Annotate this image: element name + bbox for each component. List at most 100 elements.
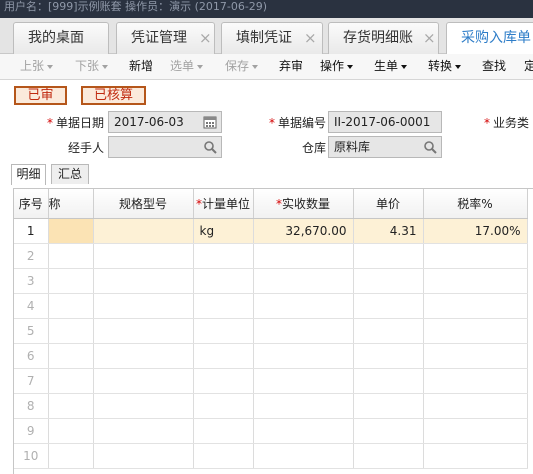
spec-cell[interactable]: [93, 343, 194, 369]
prev-button[interactable]: 上张: [20, 54, 54, 80]
tab-my-desktop[interactable]: 我的桌面: [13, 22, 109, 54]
locate-button[interactable]: 定: [524, 54, 533, 80]
item-name-cell[interactable]: [48, 368, 94, 394]
spec-cell[interactable]: [93, 368, 194, 394]
spec-cell[interactable]: [93, 393, 194, 419]
table-row[interactable]: 4: [14, 293, 528, 319]
price-cell[interactable]: [353, 293, 424, 319]
tab-inventory-ledger[interactable]: 存货明细账 ×: [328, 22, 439, 54]
unit-cell[interactable]: [193, 443, 254, 469]
spec-cell[interactable]: [93, 268, 194, 294]
tax-cell[interactable]: [423, 393, 528, 419]
spec-cell[interactable]: [93, 218, 194, 244]
price-cell[interactable]: [353, 343, 424, 369]
item-name-cell[interactable]: [48, 218, 94, 244]
unit-cell[interactable]: kg: [193, 218, 254, 244]
col-header-seq[interactable]: 序号: [14, 189, 49, 219]
qty-cell[interactable]: [253, 368, 354, 394]
operation-button[interactable]: 操作: [320, 54, 354, 80]
tax-cell[interactable]: [423, 268, 528, 294]
price-cell[interactable]: [353, 393, 424, 419]
find-button[interactable]: 查找: [482, 54, 506, 80]
item-name-cell[interactable]: [48, 268, 94, 294]
item-name-cell[interactable]: [48, 243, 94, 269]
generate-button[interactable]: 生单: [374, 54, 408, 80]
handler-field[interactable]: [108, 136, 222, 158]
col-header-qty[interactable]: *实收数量: [253, 189, 354, 219]
col-header-spec[interactable]: 规格型号: [93, 189, 194, 219]
qty-cell[interactable]: [253, 268, 354, 294]
calendar-icon[interactable]: [203, 115, 217, 129]
unit-cell[interactable]: [193, 418, 254, 444]
qty-cell[interactable]: 32,670.00: [253, 218, 354, 244]
price-cell[interactable]: [353, 443, 424, 469]
spec-cell[interactable]: [93, 293, 194, 319]
tab-summary[interactable]: 汇总: [51, 164, 89, 184]
item-name-cell[interactable]: [48, 318, 94, 344]
unit-cell[interactable]: [193, 293, 254, 319]
tab-fill-voucher[interactable]: 填制凭证 ×: [221, 22, 323, 54]
select-doc-button[interactable]: 选单: [170, 54, 204, 80]
table-row[interactable]: 1 kg 32,670.00 4.31 17.00%: [14, 218, 528, 244]
tab-detail[interactable]: 明细: [11, 164, 46, 185]
table-row[interactable]: 7: [14, 368, 528, 394]
next-button[interactable]: 下张: [75, 54, 109, 80]
unit-cell[interactable]: [193, 268, 254, 294]
col-header-unit[interactable]: *计量单位: [193, 189, 254, 219]
spec-cell[interactable]: [93, 243, 194, 269]
spec-cell[interactable]: [93, 443, 194, 469]
item-name-cell[interactable]: [48, 443, 94, 469]
table-row[interactable]: 5: [14, 318, 528, 344]
tax-cell[interactable]: [423, 343, 528, 369]
table-row[interactable]: 9: [14, 418, 528, 444]
price-cell[interactable]: 4.31: [353, 218, 424, 244]
tax-cell[interactable]: [423, 418, 528, 444]
col-header-name[interactable]: 称: [48, 189, 94, 219]
checked-badge[interactable]: 已核算: [81, 86, 146, 105]
unit-cell[interactable]: [193, 368, 254, 394]
spec-cell[interactable]: [93, 418, 194, 444]
unit-cell[interactable]: [193, 393, 254, 419]
doc-date-field[interactable]: 2017-06-03: [108, 111, 222, 133]
item-name-cell[interactable]: [48, 393, 94, 419]
tax-cell[interactable]: [423, 293, 528, 319]
tab-purchase-receipt[interactable]: 采购入库单: [446, 22, 533, 55]
item-name-cell[interactable]: [48, 293, 94, 319]
price-cell[interactable]: [353, 318, 424, 344]
table-row[interactable]: 10: [14, 443, 528, 469]
price-cell[interactable]: [353, 368, 424, 394]
save-button[interactable]: 保存: [225, 54, 259, 80]
table-row[interactable]: 6: [14, 343, 528, 369]
tax-cell[interactable]: [423, 368, 528, 394]
tax-cell[interactable]: [423, 318, 528, 344]
close-icon[interactable]: ×: [423, 23, 436, 53]
search-icon[interactable]: [203, 140, 217, 154]
qty-cell[interactable]: [253, 318, 354, 344]
warehouse-field[interactable]: 原料库: [328, 136, 442, 158]
table-row[interactable]: 3: [14, 268, 528, 294]
item-name-cell[interactable]: [48, 343, 94, 369]
audited-badge[interactable]: 已审: [14, 86, 67, 105]
price-cell[interactable]: [353, 243, 424, 269]
unit-cell[interactable]: [193, 243, 254, 269]
price-cell[interactable]: [353, 268, 424, 294]
col-header-tax[interactable]: 税率%: [423, 189, 528, 219]
spec-cell[interactable]: [93, 318, 194, 344]
close-icon[interactable]: ×: [304, 23, 317, 53]
new-button[interactable]: 新增: [129, 54, 153, 80]
qty-cell[interactable]: [253, 393, 354, 419]
close-icon[interactable]: ×: [199, 23, 212, 53]
table-row[interactable]: 2: [14, 243, 528, 269]
col-header-price[interactable]: 单价: [353, 189, 424, 219]
convert-button[interactable]: 转换: [428, 54, 462, 80]
tax-cell[interactable]: 17.00%: [423, 218, 528, 244]
qty-cell[interactable]: [253, 418, 354, 444]
search-icon[interactable]: [423, 140, 437, 154]
doc-no-field[interactable]: II-2017-06-0001: [328, 111, 442, 133]
unit-cell[interactable]: [193, 343, 254, 369]
price-cell[interactable]: [353, 418, 424, 444]
tab-voucher-management[interactable]: 凭证管理 ×: [116, 22, 215, 54]
item-name-cell[interactable]: [48, 418, 94, 444]
qty-cell[interactable]: [253, 293, 354, 319]
table-row[interactable]: 8: [14, 393, 528, 419]
